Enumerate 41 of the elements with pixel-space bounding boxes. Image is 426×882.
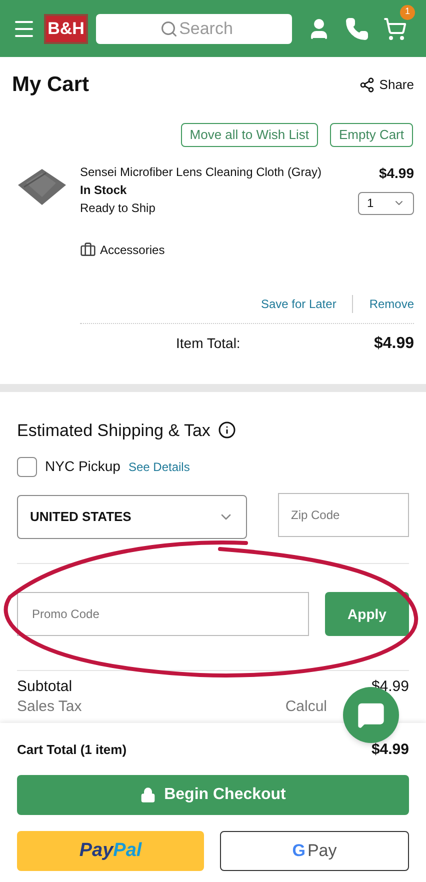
phone-icon[interactable] bbox=[345, 16, 369, 40]
briefcase-icon bbox=[80, 242, 96, 258]
lock-icon bbox=[140, 787, 156, 803]
save-for-later-link[interactable]: Save for Later bbox=[260, 294, 336, 312]
google-pay-button[interactable]: G Pay bbox=[220, 831, 409, 871]
search-icon bbox=[160, 20, 178, 38]
country-select[interactable]: UNITED STATES bbox=[17, 495, 247, 539]
quantity-select[interactable]: 1 bbox=[358, 192, 414, 214]
zip-code-field[interactable]: Zip Code bbox=[278, 493, 409, 537]
item-price: $4.99 bbox=[378, 164, 414, 182]
cart-total-label: Cart Total (1 item) bbox=[17, 741, 127, 759]
share-button[interactable]: Share bbox=[359, 75, 414, 94]
remove-link[interactable]: Remove bbox=[369, 294, 414, 312]
summary-label: Sales Tax bbox=[17, 696, 82, 717]
promo-code-field[interactable]: Promo Code bbox=[17, 592, 309, 636]
summary-label: Subtotal bbox=[17, 676, 72, 697]
share-icon bbox=[359, 76, 376, 93]
nyc-pickup-label: NYC Pickup bbox=[45, 457, 120, 476]
summary-value: Calcul bbox=[285, 696, 327, 717]
nyc-pickup-checkbox[interactable] bbox=[17, 456, 37, 476]
cart-icon[interactable] bbox=[383, 16, 407, 40]
item-total-value: $4.99 bbox=[374, 334, 414, 354]
see-details-link[interactable]: See Details bbox=[128, 458, 190, 476]
logo[interactable]: B&H bbox=[44, 14, 88, 44]
begin-checkout-button[interactable]: Begin Checkout bbox=[17, 775, 409, 815]
search-field[interactable]: Search bbox=[96, 14, 292, 44]
chat-icon bbox=[357, 701, 385, 729]
category-label: Accessories bbox=[100, 242, 165, 258]
shipping-status: Ready to Ship bbox=[80, 200, 156, 216]
paypal-button[interactable]: PayPal bbox=[17, 831, 204, 871]
page-title: My Cart bbox=[12, 72, 90, 98]
stock-status: In Stock bbox=[80, 182, 128, 198]
product-name[interactable]: Sensei Microfiber Lens Cleaning Cloth (Gray) bbox=[80, 162, 322, 180]
cart-total-value: $4.99 bbox=[371, 740, 409, 760]
cart-count-badge: 1 bbox=[400, 4, 415, 20]
move-all-to-wish-list-button[interactable]: Move all to Wish List bbox=[180, 122, 318, 146]
apply-button[interactable]: Apply bbox=[325, 592, 409, 636]
info-icon[interactable] bbox=[218, 421, 236, 440]
empty-cart-button[interactable]: Empty Cart bbox=[330, 122, 413, 146]
item-total-label: Item Total: bbox=[176, 334, 240, 353]
section-title: Estimated Shipping & Tax bbox=[17, 420, 210, 442]
